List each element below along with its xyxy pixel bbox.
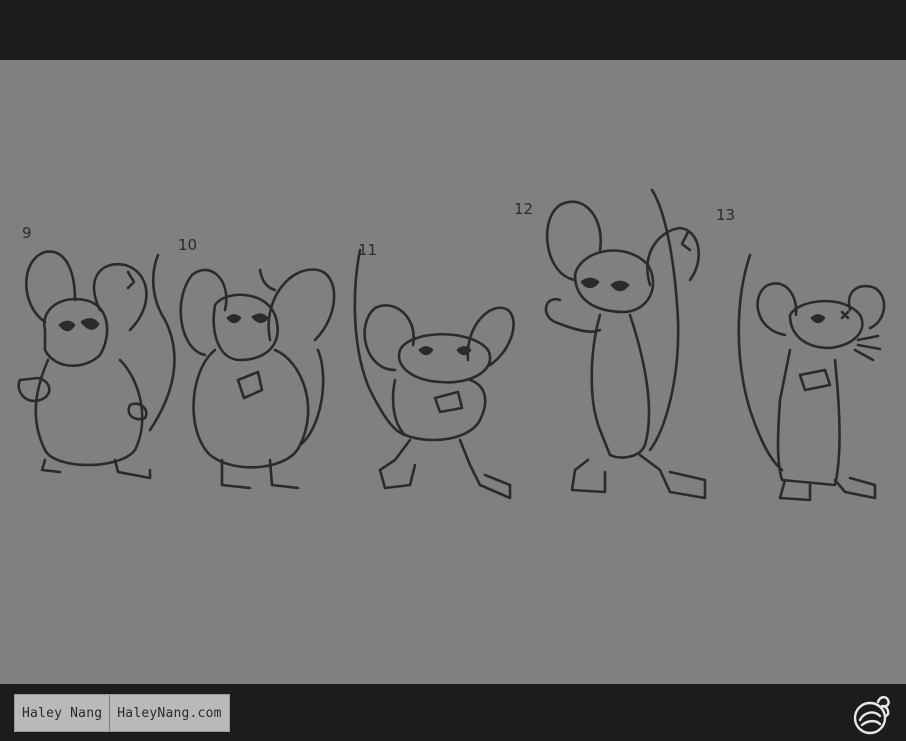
mouse-sketches: 9 10 11 12 13 — [17, 188, 886, 502]
mouse-sketch-11: 11 — [353, 241, 515, 500]
sketch-canvas: 9 10 11 12 13 — [0, 60, 906, 684]
artist-credit: Haley Nang HaleyNang.com — [14, 694, 230, 732]
mouse-sketch-10: 10 — [178, 236, 336, 490]
sketch-number: 12 — [514, 200, 533, 218]
sketch-number: 10 — [178, 236, 197, 254]
bottom-bar: Haley Nang HaleyNang.com — [0, 684, 906, 741]
artist-website[interactable]: HaleyNang.com — [110, 695, 228, 731]
sketch-number: 13 — [716, 206, 735, 224]
top-bar — [0, 0, 906, 60]
mouse-sketch-9: 9 — [17, 224, 176, 480]
mouse-sketch-12: 12 — [514, 188, 707, 500]
mouse-sketch-13: 13 — [716, 206, 886, 502]
leaf-swirl-logo-icon — [850, 692, 894, 736]
artist-name: Haley Nang — [22, 705, 103, 721]
sketch-number: 9 — [22, 224, 32, 242]
